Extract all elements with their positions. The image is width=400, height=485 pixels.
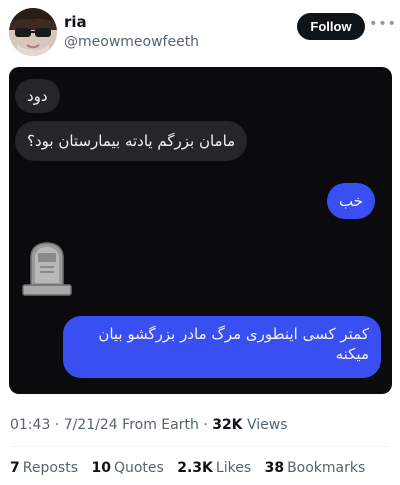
reposts-stat[interactable]: 7 Reposts	[10, 460, 78, 476]
tweet-header: ria @meowmeowfeeth Follow •••	[0, 0, 400, 64]
tweet-source: From Earth	[122, 417, 199, 433]
tweet-meta: 01:43 · 7/21/24 From Earth · 32K Views	[10, 417, 288, 433]
avatar-photo	[9, 8, 57, 56]
bookmarks-count: 38	[264, 460, 285, 476]
separator: ·	[54, 417, 64, 433]
engagement-stats: 7 Reposts 10 Quotes 2.3K Likes 38 Bookmarks	[10, 460, 374, 476]
author-name[interactable]: ria	[64, 13, 87, 31]
chat-bubble-sent: خب	[327, 183, 376, 219]
views-label: Views	[247, 417, 288, 433]
more-horizontal-icon[interactable]: •••	[369, 14, 396, 34]
views-count: 32K	[212, 417, 243, 433]
bookmarks-stat[interactable]: 38 Bookmarks	[265, 460, 366, 476]
bookmarks-label: Bookmarks	[287, 460, 366, 476]
likes-label: Likes	[215, 460, 252, 476]
tweet-time[interactable]: 01:43	[10, 417, 50, 433]
chat-bubble-received: مامان بزرگم یادته بیمارستان بود؟	[15, 121, 248, 161]
quotes-stat[interactable]: 10 Quotes	[91, 460, 163, 476]
tweet-date[interactable]: 7/21/24	[64, 417, 118, 433]
quotes-label: Quotes	[113, 460, 164, 476]
chat-bubble-received: دود	[15, 79, 60, 113]
reposts-count: 7	[10, 460, 20, 476]
separator: ·	[203, 417, 213, 433]
chat-bubble-sent: کمتر کسی اینطوری مرگ مادر بزرگشو بیان می…	[63, 316, 381, 378]
follow-button[interactable]: Follow	[297, 13, 365, 40]
likes-stat[interactable]: 2.3K Likes	[177, 460, 251, 476]
headstone-icon	[21, 241, 73, 297]
likes-count: 2.3K	[177, 460, 213, 476]
author-handle[interactable]: @meowmeowfeeth	[64, 34, 199, 50]
quotes-count: 10	[91, 460, 111, 476]
chat-screenshot-image: دود مامان بزرگم یادته بیمارستان بود؟ خب …	[9, 67, 392, 394]
reposts-label: Reposts	[22, 460, 78, 476]
avatar[interactable]	[9, 8, 57, 56]
divider	[10, 446, 390, 447]
